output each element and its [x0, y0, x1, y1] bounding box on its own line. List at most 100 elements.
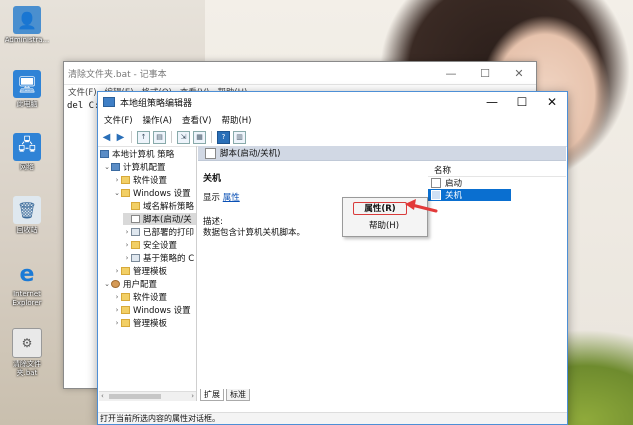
up-folder-icon[interactable]: ↑	[137, 130, 150, 144]
desktop-icon-label: 清除文件夹.bat	[13, 360, 41, 377]
gpedit-title: 本地组策略编辑器	[120, 98, 193, 109]
desktop-icon-label: 回收站	[16, 226, 38, 234]
chevron-right-icon[interactable]: ›	[123, 254, 131, 262]
computer-icon: 🖥	[13, 70, 41, 98]
context-menu-properties[interactable]: 属性(R)	[353, 202, 407, 215]
forward-arrow-icon[interactable]: ▶	[115, 132, 126, 143]
tree-item-windows-settings[interactable]: ⌄ Windows 设置	[113, 187, 191, 199]
chevron-right-icon[interactable]: ›	[113, 293, 121, 301]
detail-title: 关机	[203, 174, 222, 184]
toolbar-separator	[171, 131, 172, 143]
list-item-shutdown[interactable]: 关机	[428, 189, 511, 201]
help-icon[interactable]: ?	[217, 130, 230, 144]
gpedit-menubar: 文件(F) 操作(A) 查看(V) 帮助(H)	[98, 112, 567, 128]
script-icon	[205, 147, 216, 159]
minimize-button[interactable]: —	[477, 95, 507, 109]
menu-action[interactable]: 操作(A)	[143, 114, 172, 126]
notepad-title: 清除文件夹.bat - 记事本	[68, 69, 167, 80]
list-item-startup[interactable]: 启动	[428, 177, 566, 189]
properties-icon[interactable]: ▦	[193, 130, 206, 144]
back-arrow-icon[interactable]: ◀	[101, 132, 112, 143]
minimize-button[interactable]: —	[434, 67, 468, 80]
tab-standard[interactable]: 标准	[226, 389, 250, 401]
detail-show-prefix: 显示	[203, 193, 221, 203]
chevron-down-icon[interactable]: ⌄	[113, 189, 121, 197]
close-button[interactable]: ✕	[537, 95, 567, 109]
desktop-icon-internet-explorer[interactable]: e Internet Explorer	[4, 260, 50, 308]
tree-item-software-settings[interactable]: › 软件设置	[113, 174, 167, 186]
policy-tree: 本地计算机 策略 ⌄ 计算机配置 › 软件设置 ⌄ Windows 设置 域名解…	[99, 146, 197, 401]
tree-item-label: Windows 设置	[133, 189, 191, 199]
chevron-right-icon[interactable]: ›	[113, 176, 121, 184]
export-list-icon[interactable]: ⇲	[177, 130, 190, 144]
tree-item-user-admin-templates[interactable]: › 管理模板	[113, 317, 167, 329]
desktop-icon-recycle-bin[interactable]: 🗑 回收站	[4, 196, 50, 235]
tree-item-label: 基于策略的 C	[143, 254, 195, 264]
notepad-titlebar[interactable]: 清除文件夹.bat - 记事本 — ☐ ✕	[64, 62, 536, 85]
status-bar: 打开当前所选内容的属性对话框。	[98, 412, 567, 424]
red-arrow-icon	[405, 199, 438, 213]
chevron-right-icon[interactable]: ›	[123, 241, 131, 249]
user-icon: 👤	[13, 6, 41, 34]
folder-icon	[121, 267, 130, 275]
notepad-window-controls: — ☐ ✕	[434, 67, 536, 80]
tree-item-label: Windows 设置	[133, 306, 191, 316]
folder-icon	[121, 293, 130, 301]
desktop-icon-this-pc[interactable]: 🖥 此电脑	[4, 70, 50, 109]
menu-help[interactable]: 帮助(H)	[221, 114, 251, 126]
menu-file[interactable]: 文件(F)	[104, 114, 133, 126]
desktop-icon-network[interactable]: 🖧 网络	[4, 133, 50, 172]
chevron-right-icon[interactable]: ›	[113, 267, 121, 275]
network-icon: 🖧	[13, 133, 41, 161]
tree-item-security-settings[interactable]: › 安全设置	[123, 239, 177, 251]
properties-link[interactable]: 属性	[223, 193, 240, 203]
desktop: 👤 Administra... 🖥 此电脑 🖧 网络 🗑 回收站 e Inter…	[0, 0, 633, 425]
list-item-label: 关机	[445, 191, 463, 201]
tree-item-name-resolution-policy[interactable]: 域名解析策略	[123, 200, 194, 212]
tree-item-scripts[interactable]: 脚本(启动/关	[123, 213, 196, 225]
chevron-right-icon[interactable]: ›	[113, 319, 121, 327]
chevron-down-icon[interactable]: ⌄	[103, 163, 111, 171]
menu-view[interactable]: 查看(V)	[182, 114, 211, 126]
desktop-icon-bat-file[interactable]: ⚙ 清除文件夹.bat	[4, 328, 50, 378]
gpedit-window[interactable]: 本地组策略编辑器 — ☐ ✕ 文件(F) 操作(A) 查看(V) 帮助(H) ◀…	[97, 91, 568, 425]
desktop-icon-administrator[interactable]: 👤 Administra...	[4, 6, 50, 45]
tree-item-user-software-settings[interactable]: › 软件设置	[113, 291, 167, 303]
tree-item-admin-templates[interactable]: › 管理模板	[113, 265, 167, 277]
tree-item-policy-based-qos[interactable]: › 基于策略的 C	[123, 252, 194, 264]
gpedit-app-icon	[103, 97, 115, 107]
computer-icon	[111, 163, 120, 171]
tree-item-user-windows-settings[interactable]: › Windows 设置	[113, 304, 191, 316]
desktop-icon-column: 👤 Administra... 🖥 此电脑 🖧 网络 🗑 回收站 e Inter…	[0, 0, 54, 425]
scroll-right-icon[interactable]: ›	[191, 392, 194, 400]
context-menu-help[interactable]: 帮助(H)	[345, 220, 423, 233]
tree-item-deployed-printers[interactable]: › 已部署的打印	[123, 226, 194, 238]
tree-item-label: 已部署的打印	[143, 228, 195, 238]
printer-icon	[131, 228, 140, 236]
folder-icon	[131, 241, 140, 249]
tree-item-user-config[interactable]: ⌄ 用户配置	[103, 278, 157, 290]
gpedit-titlebar[interactable]: 本地组策略编辑器 — ☐ ✕	[98, 92, 567, 112]
chevron-right-icon[interactable]: ›	[123, 228, 131, 236]
tree-item-local-computer-policy[interactable]: 本地计算机 策略	[100, 148, 174, 160]
tree-horizontal-scrollbar[interactable]: ‹ ›	[99, 391, 196, 401]
chevron-down-icon[interactable]: ⌄	[103, 280, 111, 288]
tree-item-computer-config[interactable]: ⌄ 计算机配置	[103, 161, 166, 173]
toolbar-separator	[211, 131, 212, 143]
maximize-button[interactable]: ☐	[468, 67, 502, 80]
chevron-right-icon[interactable]: ›	[113, 306, 121, 314]
desktop-icon-label: Administra...	[4, 36, 50, 44]
maximize-button[interactable]: ☐	[507, 95, 537, 109]
pane-tabs: 扩展 标准	[198, 389, 400, 401]
scroll-left-icon[interactable]: ‹	[101, 392, 104, 400]
view-icon[interactable]: ▥	[233, 130, 246, 144]
menu-file[interactable]: 文件(F)	[68, 86, 97, 98]
show-tree-icon[interactable]: ▤	[153, 130, 166, 144]
scrollbar-thumb[interactable]	[109, 394, 161, 399]
list-column-header-name[interactable]: 名称	[428, 164, 566, 177]
pane-header-title: 脚本(启动/关机)	[220, 149, 281, 159]
close-button[interactable]: ✕	[502, 67, 536, 80]
tab-extended[interactable]: 扩展	[200, 389, 224, 401]
user-icon	[111, 280, 120, 288]
recycle-bin-icon: 🗑	[13, 196, 41, 224]
